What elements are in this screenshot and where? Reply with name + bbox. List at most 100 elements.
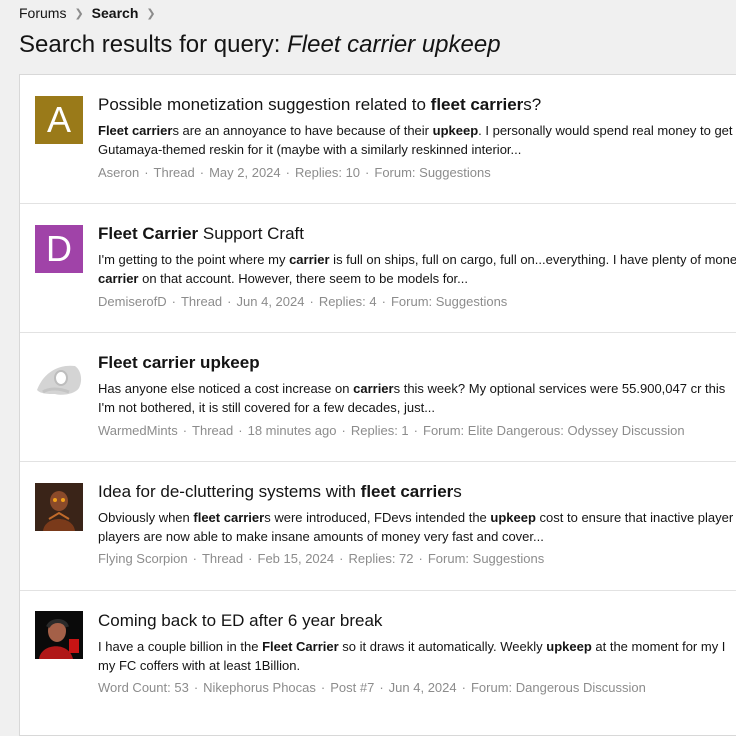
result-meta: DemiserofD · Thread · Jun 4, 2024 · Replies: 4…	[98, 294, 507, 309]
meta-item[interactable]: Post #7	[330, 680, 374, 695]
meta-item[interactable]: Forum: Elite Dangerous: Odyssey Discussi…	[423, 423, 685, 438]
meta-item[interactable]: Forum: Suggestions	[391, 294, 507, 309]
highlighted-term: upkeep	[490, 510, 536, 525]
highlighted-term: Fleet carrier upkeep	[98, 353, 260, 372]
result-title[interactable]: Fleet carrier upkeep	[98, 353, 260, 373]
meta-item[interactable]: May 2, 2024	[209, 165, 281, 180]
text-segment: I have a couple billion in the	[98, 639, 263, 654]
meta-item[interactable]: Flying Scorpion	[98, 551, 188, 566]
text-segment: . I personally would spend real money to…	[478, 123, 733, 138]
text-segment: players are now able to make insane amou…	[98, 529, 544, 544]
meta-item[interactable]: Replies: 4	[319, 294, 377, 309]
breadcrumb-search[interactable]: Search	[92, 5, 139, 21]
text-segment: so it draws it automatically. Weekly	[338, 639, 547, 654]
meta-item[interactable]: Replies: 72	[348, 551, 413, 566]
avatar[interactable]	[35, 611, 83, 659]
avatar[interactable]: D	[35, 225, 83, 273]
snippet-line: my FC coffers with at least 1Billion.	[98, 656, 736, 675]
search-result-item: A Possible monetization suggestion relat…	[20, 75, 736, 204]
meta-item[interactable]: Feb 15, 2024	[258, 551, 335, 566]
result-meta: WarmedMints · Thread · 18 minutes ago · Replie…	[98, 423, 685, 438]
snippet-line: Fleet carriers are an annoyance to have …	[98, 121, 736, 140]
text-segment: Support Craft	[198, 224, 304, 243]
text-segment: s	[453, 482, 462, 501]
snippet-line: Gutamaya-themed reskin for it (maybe wit…	[98, 140, 736, 159]
meta-separator: ·	[379, 680, 384, 695]
meta-item[interactable]: Nikephorus Phocas	[203, 680, 316, 695]
text-segment: s are an annoyance to have because of th…	[172, 123, 433, 138]
meta-item[interactable]: Word Count: 53	[98, 680, 189, 695]
highlighted-term: Fleet carrier	[98, 123, 173, 138]
highlighted-term: carrier	[353, 381, 394, 396]
meta-separator: ·	[238, 423, 243, 438]
meta-item[interactable]: Forum: Suggestions	[428, 551, 544, 566]
meta-item[interactable]: Thread	[154, 165, 195, 180]
meta-item[interactable]: Replies: 1	[351, 423, 409, 438]
avatar-image	[35, 483, 83, 531]
text-segment: Obviously when	[98, 510, 194, 525]
highlighted-term: Fleet Carrier	[98, 224, 199, 243]
text-segment: s were introduced, FDevs intended the	[264, 510, 491, 525]
meta-item[interactable]: Jun 4, 2024	[237, 294, 305, 309]
meta-item[interactable]: WarmedMints	[98, 423, 178, 438]
text-segment: Has anyone else noticed a cost increase …	[98, 381, 354, 396]
avatar[interactable]	[35, 483, 83, 531]
meta-separator: ·	[320, 680, 326, 695]
result-snippet: Fleet carriers are an annoyance to have …	[98, 121, 736, 159]
meta-separator: ·	[381, 294, 386, 309]
result-title[interactable]: Idea for de-cluttering systems with flee…	[98, 482, 462, 502]
text-segment: I'm getting to the point where my	[98, 252, 290, 267]
result-title[interactable]: Possible monetization suggestion related…	[98, 95, 541, 115]
meta-item[interactable]: Forum: Dangerous Discussion	[471, 680, 646, 695]
meta-separator: ·	[461, 680, 466, 695]
highlighted-term: carrier	[289, 252, 330, 267]
avatar-letter: D	[46, 228, 72, 269]
meta-separator: ·	[227, 294, 232, 309]
highlighted-term: upkeep	[546, 639, 592, 654]
snippet-line: Obviously when fleet carriers were intro…	[98, 508, 736, 527]
search-result-item: Coming back to ED after 6 year break I h…	[20, 591, 736, 719]
meta-item[interactable]: Forum: Suggestions	[374, 165, 490, 180]
meta-separator: ·	[413, 423, 418, 438]
text-segment: Idea for de-cluttering systems with	[98, 482, 361, 501]
breadcrumb-forums[interactable]: Forums	[19, 5, 66, 21]
avatar[interactable]: A	[35, 96, 83, 144]
highlighted-term: fleet carrier	[360, 482, 454, 501]
meta-separator: ·	[365, 165, 370, 180]
result-snippet: I'm getting to the point where my carrie…	[98, 250, 736, 288]
highlighted-term: fleet carrier	[193, 510, 265, 525]
avatar-letter: A	[46, 99, 71, 140]
result-title[interactable]: Coming back to ED after 6 year break	[98, 611, 382, 631]
meta-item[interactable]: Aseron	[98, 165, 139, 180]
meta-item[interactable]: Thread	[192, 423, 233, 438]
snippet-line: carrier on that account. However, there …	[98, 269, 736, 288]
result-title[interactable]: Fleet Carrier Support Craft	[98, 224, 304, 244]
meta-item[interactable]: Jun 4, 2024	[389, 680, 457, 695]
result-meta: Flying Scorpion · Thread · Feb 15, 2024 · Repl…	[98, 551, 544, 566]
result-snippet: Has anyone else noticed a cost increase …	[98, 379, 736, 417]
result-meta: Word Count: 53 · Nikephorus Phocas · Post #7…	[98, 680, 646, 695]
text-segment: cost to ensure that inactive player	[535, 510, 734, 525]
meta-item[interactable]: DemiserofD	[98, 294, 167, 309]
meta-item[interactable]: Replies: 10	[295, 165, 360, 180]
search-result-item: Idea for de-cluttering systems with flee…	[20, 462, 736, 591]
text-segment: s this week? My optional services were 5…	[393, 381, 726, 396]
meta-separator: ·	[192, 551, 197, 566]
meta-separator: ·	[171, 294, 176, 309]
meta-item[interactable]: Thread	[202, 551, 243, 566]
text-segment: Coming back to ED after 6 year break	[98, 611, 383, 630]
snippet-line: I'm getting to the point where my carrie…	[98, 250, 736, 269]
text-segment: I'm not bothered, it is still covered fo…	[98, 400, 436, 415]
search-results-list: A Possible monetization suggestion relat…	[19, 74, 736, 736]
snippet-line: players are now able to make insane amou…	[98, 527, 736, 546]
meta-separator: ·	[248, 551, 253, 566]
meta-item[interactable]: Thread	[181, 294, 222, 309]
text-segment: Gutamaya-themed reskin for it (maybe wit…	[98, 142, 522, 157]
meta-item[interactable]: 18 minutes ago	[248, 423, 337, 438]
meta-separator: ·	[144, 165, 149, 180]
page-title-prefix: Search results for query:	[19, 31, 288, 58]
chevron-right-icon: ❯	[74, 7, 84, 20]
meta-separator: ·	[418, 551, 423, 566]
result-meta: Aseron · Thread · May 2, 2024 · Replies: 10 · Fo…	[98, 165, 491, 180]
avatar[interactable]	[35, 354, 83, 402]
